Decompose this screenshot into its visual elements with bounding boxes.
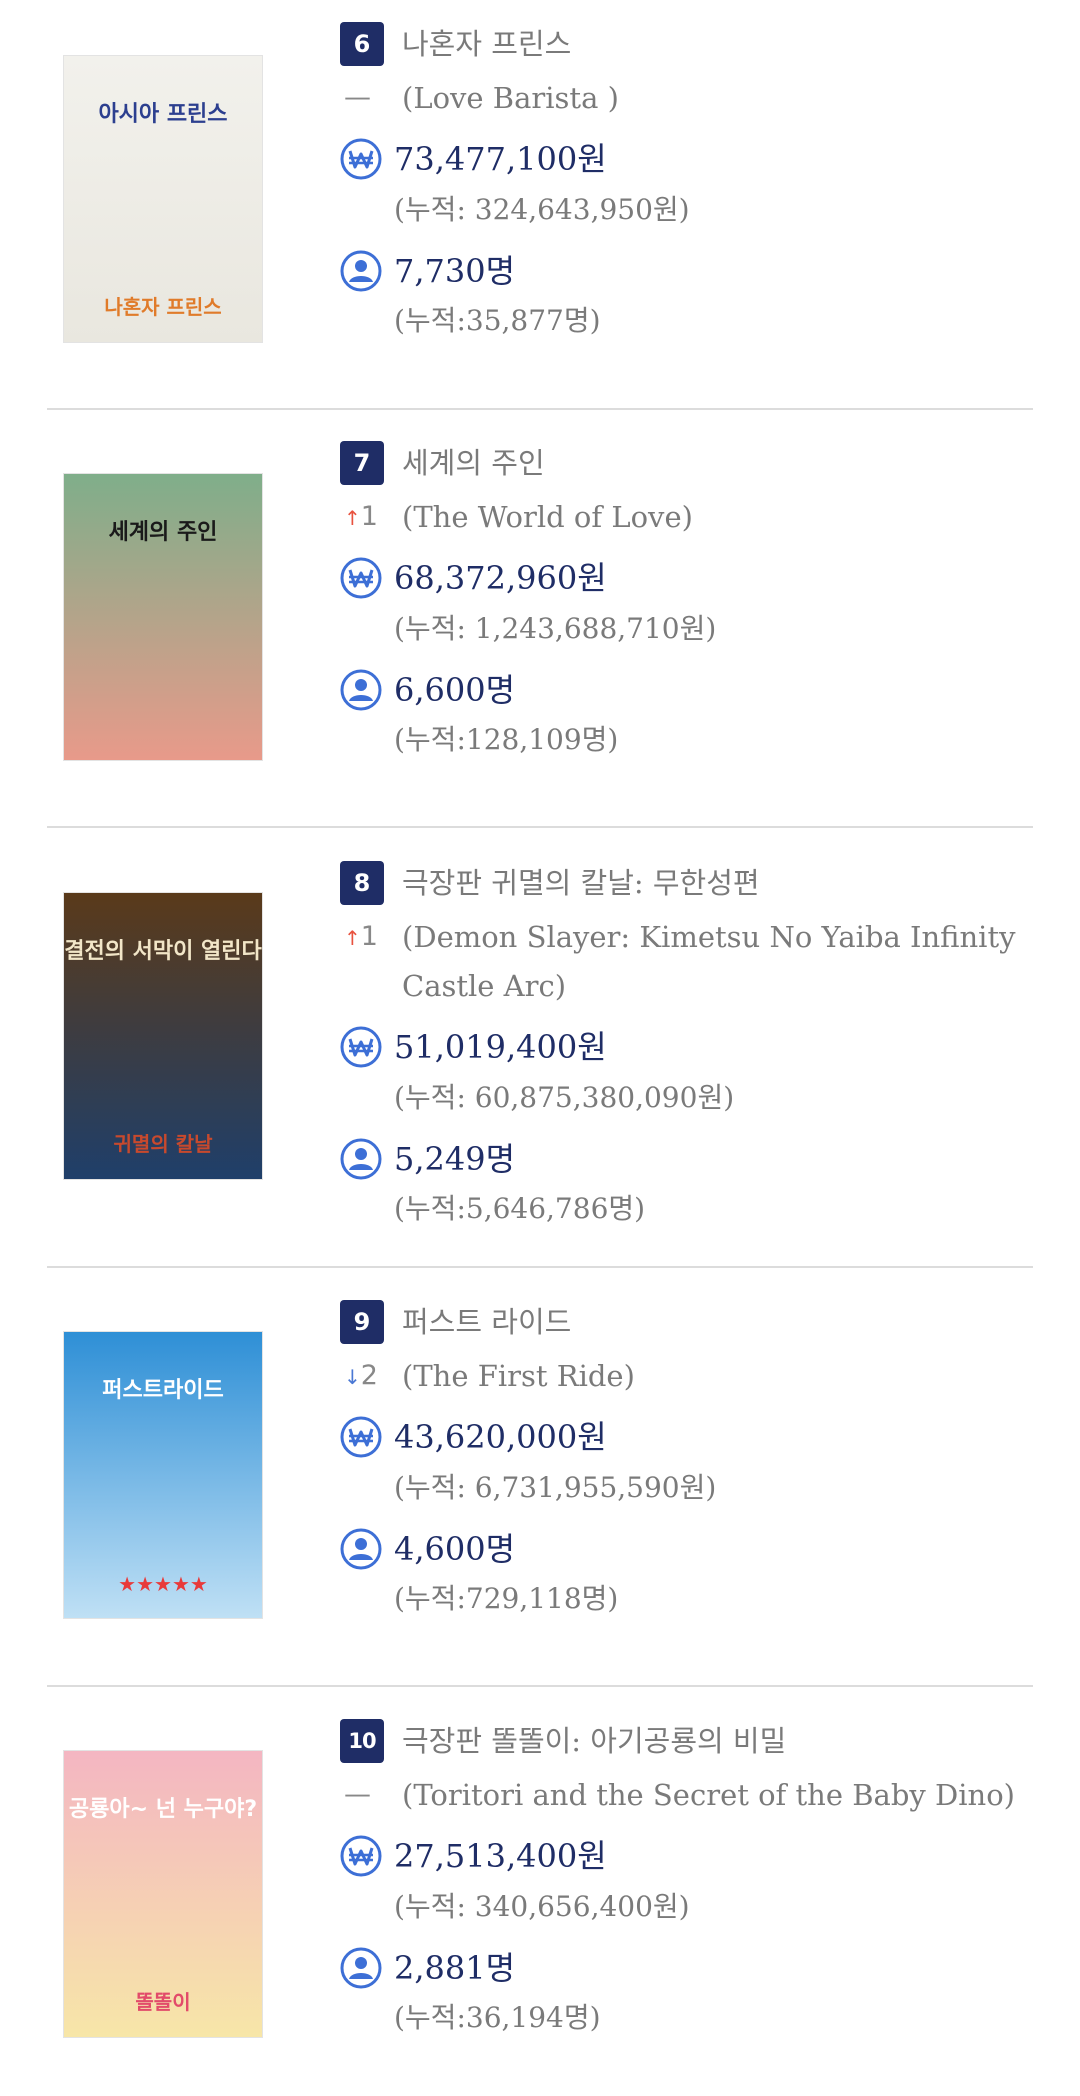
rank-change-value: 1	[360, 921, 378, 952]
daily-sales: 43,620,000원	[394, 1418, 607, 1456]
rank-badge: 10	[340, 1719, 384, 1763]
movie-title-korean[interactable]: 세계의 주인	[402, 443, 545, 483]
daily-audience: 6,600명	[394, 671, 516, 709]
movie-poster[interactable]: 세계의 주인	[63, 473, 263, 761]
rank-change-value: —	[344, 1779, 371, 1810]
rank-change-value: —	[344, 82, 371, 113]
arrow-up-icon: ↑	[344, 506, 361, 530]
rank-change: ↓2	[344, 1356, 384, 1397]
entry-divider	[47, 826, 1033, 828]
cumulative-sales: (누적: 340,656,400원)	[394, 1890, 690, 1923]
rank-badge: 8	[340, 861, 384, 905]
movie-poster[interactable]: 퍼스트라이드 ★★★★★	[63, 1331, 263, 1619]
rank-change: —	[344, 1775, 384, 1816]
won-coin-icon	[340, 1026, 382, 1068]
rank-badge: 9	[340, 1300, 384, 1344]
movie-title-korean[interactable]: 극장판 귀멸의 칼날: 무한성편	[402, 863, 760, 903]
poster-text-bottom: 나혼자 프린스	[104, 295, 222, 319]
movie-poster[interactable]: 아시아 프린스 나혼자 프린스	[63, 55, 263, 343]
movie-title-english: (Love Barista )	[402, 81, 619, 115]
poster-text-top: 퍼스트라이드	[102, 1378, 224, 1403]
cumulative-sales: (누적: 6,731,955,590원)	[394, 1471, 717, 1504]
poster-text-top: 아시아 프린스	[98, 102, 228, 127]
person-icon	[340, 1947, 382, 1989]
entry-divider	[47, 408, 1033, 410]
daily-audience: 5,249명	[394, 1140, 516, 1178]
cumulative-sales: (누적: 1,243,688,710원)	[394, 612, 717, 645]
person-icon	[340, 250, 382, 292]
rank-badge: 6	[340, 22, 384, 66]
person-icon	[340, 1528, 382, 1570]
poster-text-bottom: ★★★★★	[118, 1572, 208, 1596]
rank-change: —	[344, 78, 384, 119]
movie-title-english: (Demon Slayer: Kimetsu No Yaiba Infinity…	[402, 920, 1016, 1003]
arrow-up-icon: ↑	[344, 926, 361, 950]
rank-change: ↑1	[344, 917, 384, 958]
poster-text-top: 공룡아~ 넌 누구야?	[68, 1797, 258, 1822]
rank-change-value: 2	[360, 1360, 378, 1391]
daily-sales: 73,477,100원	[394, 140, 607, 178]
poster-text-bottom: 귀멸의 칼날	[113, 1132, 213, 1156]
won-coin-icon	[340, 1835, 382, 1877]
movie-title-korean[interactable]: 극장판 똘똘이: 아기공룡의 비밀	[402, 1721, 786, 1761]
poster-text-top: 세계의 주인	[108, 520, 218, 545]
rank-change-value: 1	[360, 501, 378, 532]
daily-audience: 7,730명	[394, 252, 516, 290]
daily-sales: 68,372,960원	[394, 559, 607, 597]
daily-audience: 2,881명	[394, 1949, 516, 1987]
cumulative-sales: (누적: 60,875,380,090원)	[394, 1081, 735, 1114]
cumulative-audience: (누적:35,877명)	[394, 304, 601, 337]
movie-title-korean[interactable]: 퍼스트 라이드	[402, 1302, 571, 1342]
rank-change: ↑1	[344, 497, 384, 538]
cumulative-audience: (누적:729,118명)	[394, 1582, 619, 1615]
person-icon	[340, 669, 382, 711]
poster-text-top: 결전의 서막이 열린다	[64, 939, 262, 964]
cumulative-audience: (누적:5,646,786명)	[394, 1192, 646, 1225]
daily-sales: 27,513,400원	[394, 1837, 607, 1875]
daily-audience: 4,600명	[394, 1530, 516, 1568]
movie-title-english: (Toritori and the Secret of the Baby Din…	[402, 1778, 1015, 1812]
movie-poster[interactable]: 결전의 서막이 열린다 귀멸의 칼날	[63, 892, 263, 1180]
entry-divider	[47, 1685, 1033, 1687]
won-coin-icon	[340, 1416, 382, 1458]
movie-title-english: (The First Ride)	[402, 1359, 635, 1393]
cumulative-audience: (누적:36,194명)	[394, 2001, 601, 2034]
daily-sales: 51,019,400원	[394, 1028, 607, 1066]
person-icon	[340, 1138, 382, 1180]
entry-divider	[47, 1266, 1033, 1268]
movie-title-english: (The World of Love)	[402, 500, 693, 534]
arrow-down-icon: ↓	[344, 1365, 361, 1389]
won-coin-icon	[340, 557, 382, 599]
poster-text-bottom: 똘똘이	[135, 1990, 191, 2014]
cumulative-audience: (누적:128,109명)	[394, 723, 619, 756]
cumulative-sales: (누적: 324,643,950원)	[394, 193, 690, 226]
movie-title-korean[interactable]: 나혼자 프린스	[402, 24, 571, 64]
won-coin-icon	[340, 138, 382, 180]
rank-badge: 7	[340, 441, 384, 485]
movie-poster[interactable]: 공룡아~ 넌 누구야? 똘똘이	[63, 1750, 263, 2038]
